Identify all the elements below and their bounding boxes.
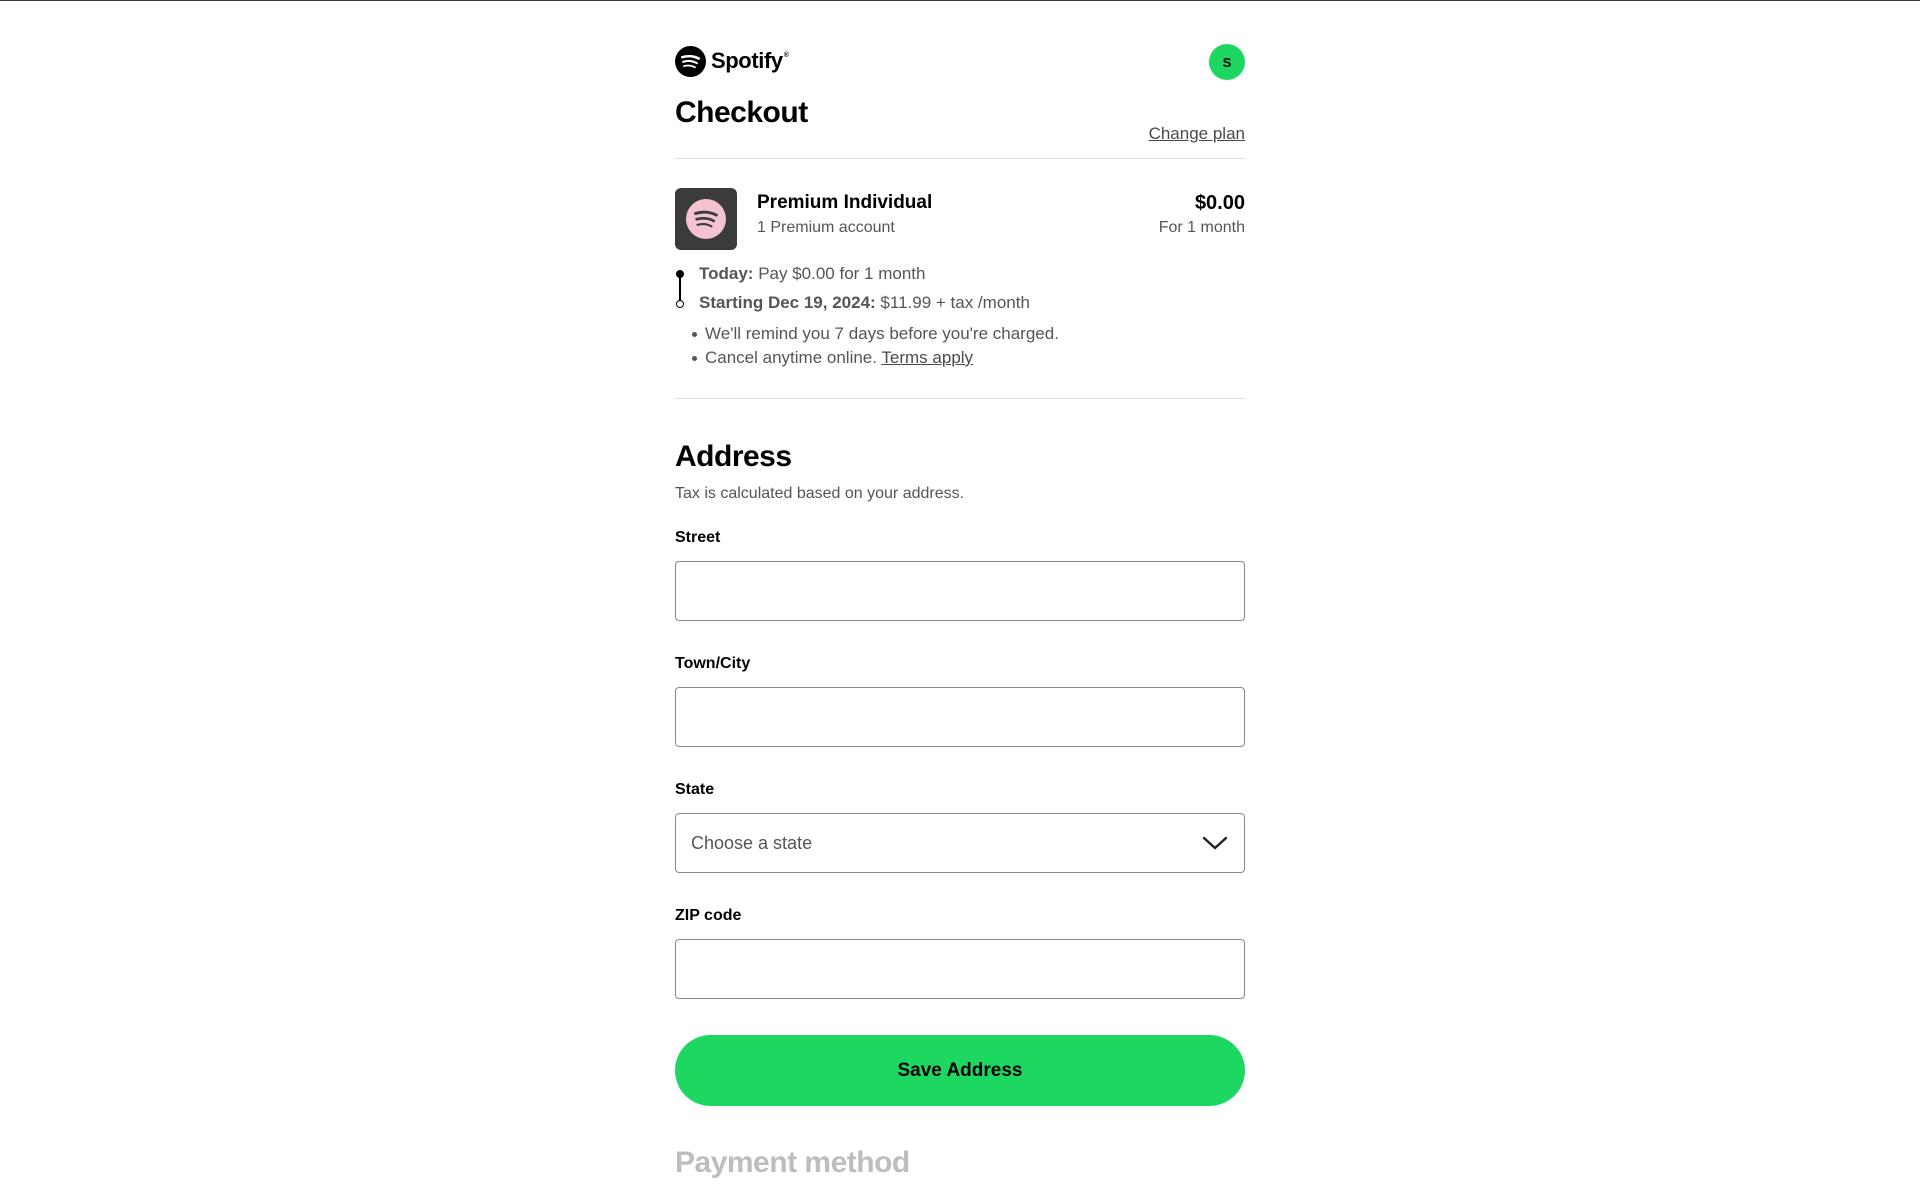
timeline-dot-today <box>676 270 684 278</box>
page-title: Checkout <box>675 96 808 129</box>
street-label: Street <box>675 529 721 546</box>
plan-notes: We'll remind you 7 days before you're ch… <box>675 322 1059 370</box>
chevron-down-icon <box>1202 836 1228 850</box>
brand-name: Spotify® <box>711 48 789 73</box>
registered-mark: ® <box>783 52 789 59</box>
timeline-starting: Starting Dec 19, 2024: $11.99 + tax /mon… <box>699 293 1030 312</box>
state-select[interactable]: Choose a state <box>675 813 1245 873</box>
timeline-dot-start <box>676 300 684 308</box>
payment-method-title: Payment method <box>675 1146 910 1179</box>
plan-period: For 1 month <box>1158 219 1245 236</box>
plan-name: Premium Individual <box>757 192 933 213</box>
plan-summary: Premium Individual 1 Premium account $0.… <box>675 188 1245 250</box>
change-plan-link[interactable]: Change plan <box>1149 124 1245 144</box>
section-divider <box>675 398 1245 399</box>
spotify-icon <box>675 45 706 77</box>
terms-apply-link[interactable]: Terms apply <box>881 348 973 367</box>
state-select-value: Choose a state <box>691 832 813 853</box>
city-input[interactable] <box>675 687 1245 747</box>
state-label: State <box>675 781 715 798</box>
list-item: Cancel anytime online. Terms apply <box>692 346 1059 370</box>
avatar[interactable]: S <box>1209 44 1245 80</box>
premium-plan-icon <box>675 188 737 250</box>
list-item: We'll remind you 7 days before you're ch… <box>692 322 1059 346</box>
plan-accounts: 1 Premium account <box>757 219 895 236</box>
spotify-logo[interactable]: Spotify® <box>675 44 789 78</box>
address-subtitle: Tax is calculated based on your address. <box>675 485 965 502</box>
save-address-button[interactable]: Save Address <box>675 1035 1245 1106</box>
street-input[interactable] <box>675 561 1245 621</box>
header: Spotify® S <box>675 44 1245 80</box>
city-label: Town/City <box>675 655 751 672</box>
spotify-pink-icon <box>686 199 726 239</box>
zip-label: ZIP code <box>675 907 742 924</box>
zip-input[interactable] <box>675 939 1245 999</box>
address-title: Address <box>675 440 792 473</box>
plan-price: $0.00 <box>1194 192 1245 214</box>
top-border <box>0 0 1920 1</box>
timeline-today: Today: Pay $0.00 for 1 month <box>699 264 926 283</box>
checkout-title-row: Checkout Change plan <box>675 96 1245 159</box>
